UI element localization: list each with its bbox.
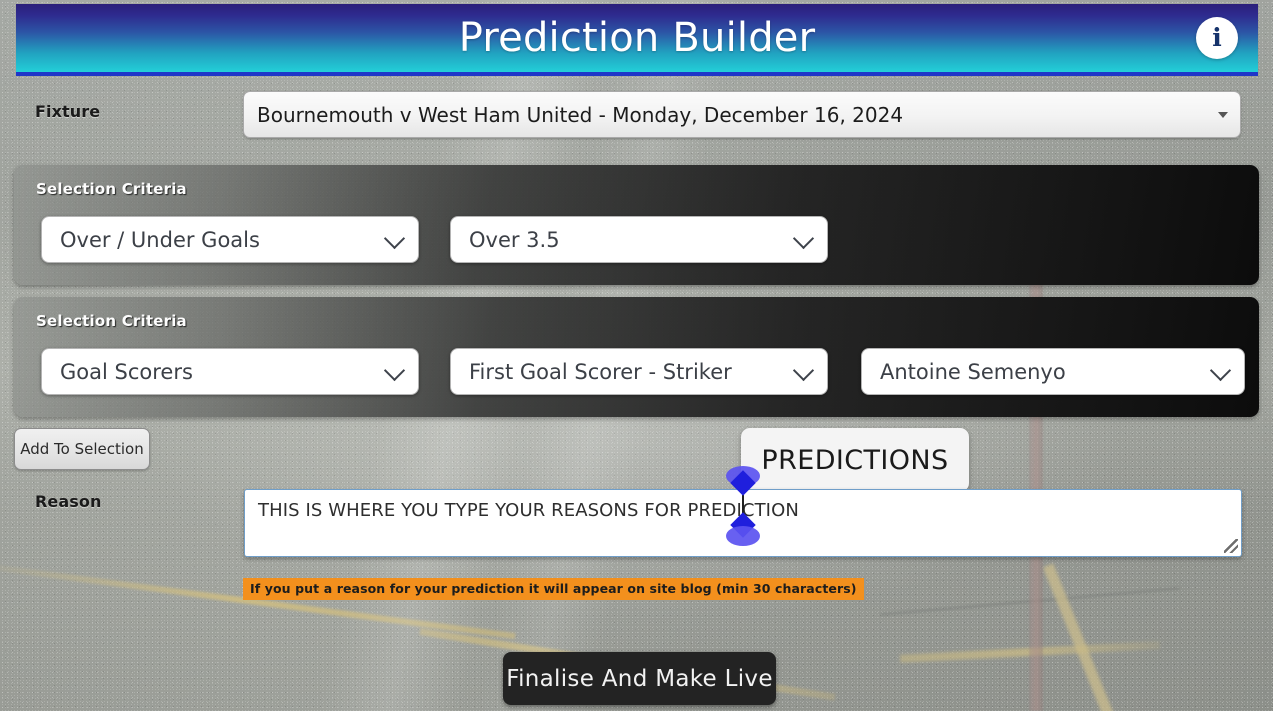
- reason-hint: If you put a reason for your prediction …: [243, 578, 864, 600]
- selection-criteria-panel-2: Selection Criteria Goal Scorers First Go…: [14, 297, 1259, 417]
- scorer-market-select[interactable]: First Goal Scorer - Striker: [450, 348, 828, 395]
- predictions-label: PREDICTIONS: [761, 444, 949, 476]
- reason-label: Reason: [35, 492, 102, 511]
- predictions-button[interactable]: PREDICTIONS: [741, 428, 969, 492]
- app-root: Prediction Builder i Fixture Bournemouth…: [0, 0, 1273, 711]
- selection-criteria-title: Selection Criteria: [36, 180, 187, 198]
- fixture-select-value: Bournemouth v West Ham United - Monday, …: [257, 102, 904, 127]
- market-type-select-value: Goal Scorers: [60, 359, 193, 384]
- finalise-and-make-live-button[interactable]: Finalise And Make Live: [503, 652, 776, 705]
- chevron-down-icon: [383, 227, 406, 249]
- chevron-down-icon: [383, 359, 406, 381]
- scorer-market-select-value: First Goal Scorer - Striker: [469, 359, 732, 384]
- app-header: Prediction Builder i: [16, 4, 1258, 76]
- player-select[interactable]: Antoine Semenyo: [861, 348, 1245, 395]
- player-select-value: Antoine Semenyo: [880, 359, 1066, 384]
- page-title: Prediction Builder: [458, 15, 816, 61]
- fixture-row: Fixture Bournemouth v West Ham United - …: [0, 91, 1273, 148]
- fixture-select[interactable]: Bournemouth v West Ham United - Monday, …: [243, 91, 1241, 138]
- market-type-select[interactable]: Goal Scorers: [41, 348, 419, 395]
- info-icon-glyph: i: [1212, 22, 1222, 52]
- reason-input-value: THIS IS WHERE YOU TYPE YOUR REASONS FOR …: [258, 500, 799, 521]
- finalise-label: Finalise And Make Live: [506, 665, 773, 692]
- market-line-select[interactable]: Over 3.5: [450, 216, 828, 263]
- caret-down-icon: [1218, 111, 1228, 118]
- selection-criteria-title: Selection Criteria: [36, 312, 187, 330]
- text-caret: [742, 495, 744, 522]
- chevron-down-icon: [792, 227, 815, 249]
- info-icon[interactable]: i: [1196, 17, 1238, 59]
- add-to-selection-label: Add To Selection: [20, 440, 144, 458]
- add-to-selection-button[interactable]: Add To Selection: [14, 428, 150, 470]
- chevron-down-icon: [1209, 359, 1232, 381]
- market-type-select-value: Over / Under Goals: [60, 227, 260, 252]
- fixture-label: Fixture: [35, 102, 101, 121]
- market-type-select[interactable]: Over / Under Goals: [41, 216, 419, 263]
- market-line-select-value: Over 3.5: [469, 227, 560, 252]
- chevron-down-icon: [792, 359, 815, 381]
- selection-criteria-panel-1: Selection Criteria Over / Under Goals Ov…: [14, 165, 1259, 285]
- resize-grip-icon[interactable]: [1224, 539, 1238, 553]
